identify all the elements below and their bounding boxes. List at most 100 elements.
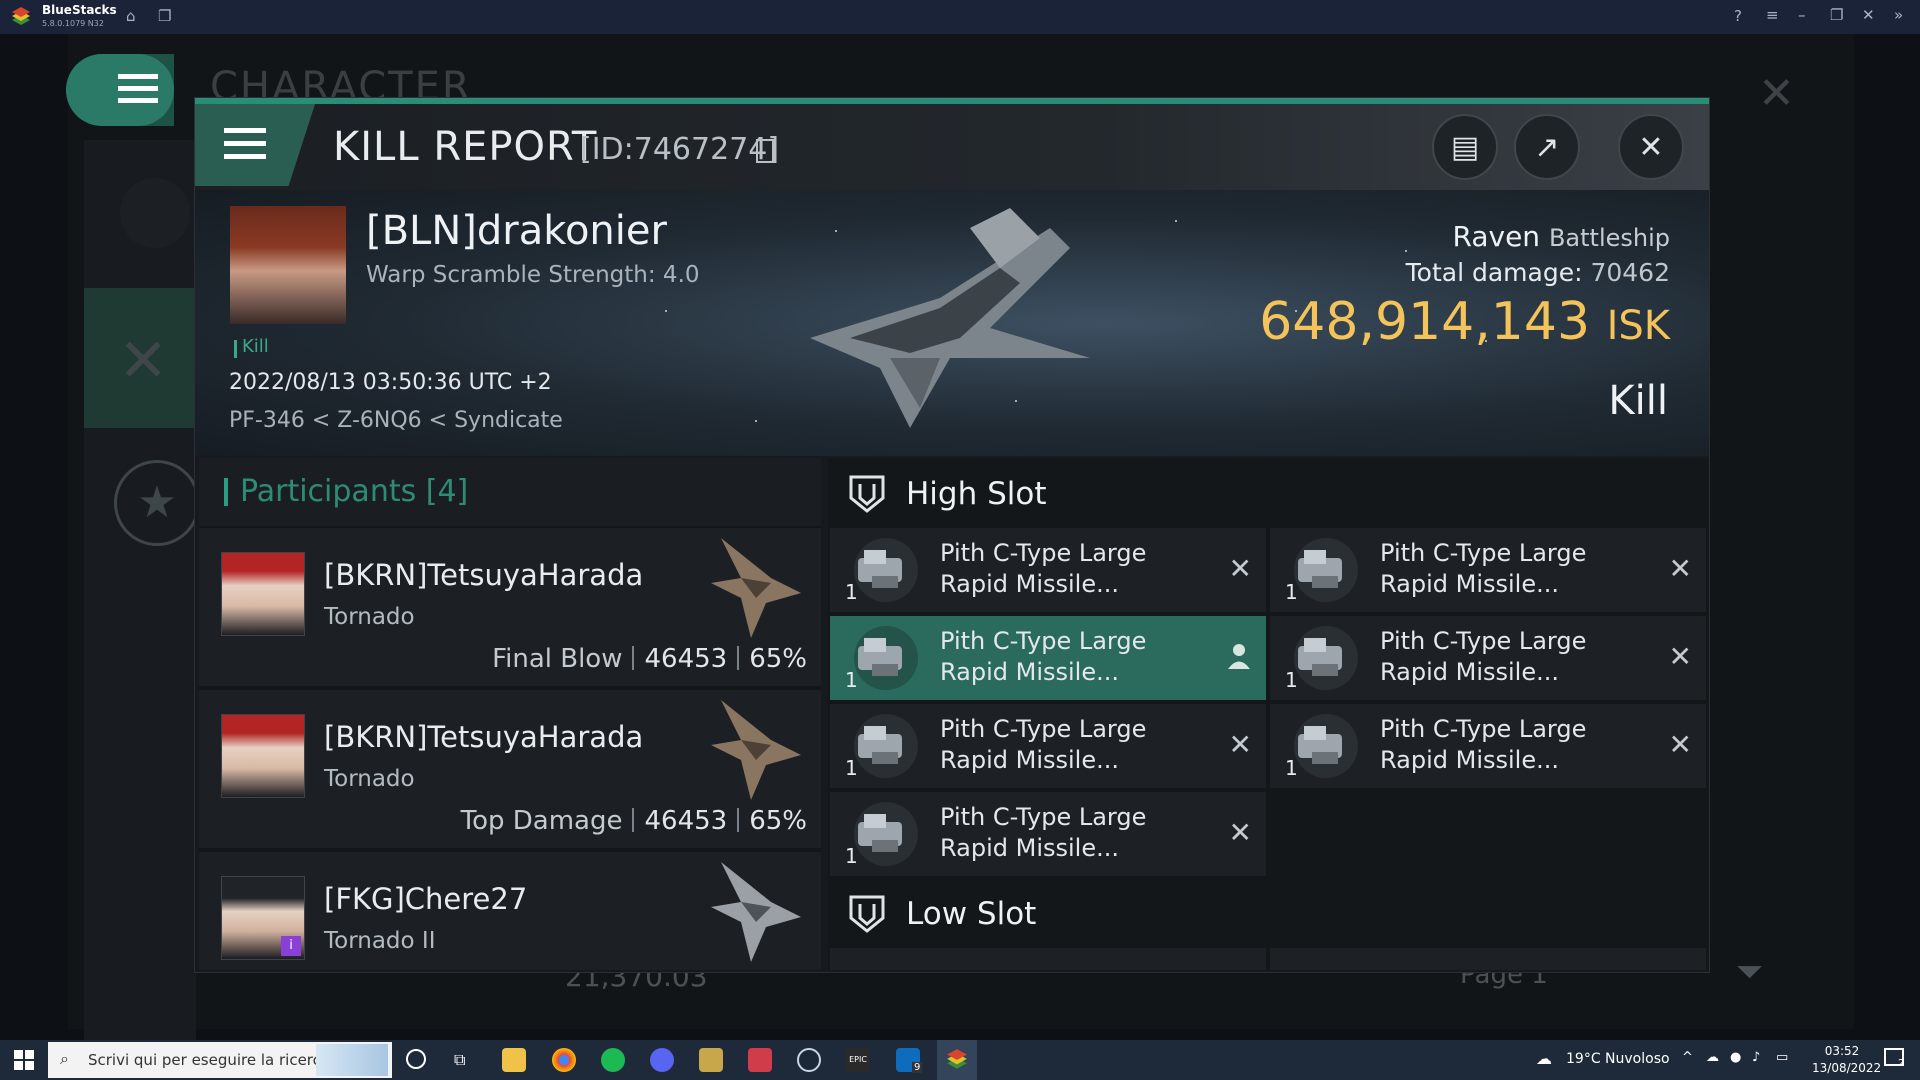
participant-row[interactable]: [BKRN]TetsuyaHarada Tornado Final Blow 46… bbox=[199, 528, 821, 686]
file-explorer-icon[interactable] bbox=[502, 1048, 526, 1072]
star-icon[interactable]: ★ bbox=[114, 460, 200, 546]
participant-name: [FKG]Chere27 bbox=[324, 882, 528, 916]
participants-title: Participants [4] bbox=[240, 474, 469, 509]
microphone-icon[interactable]: ● bbox=[1730, 1050, 1741, 1065]
notifications-count: 2 bbox=[1898, 1058, 1905, 1069]
network-icon[interactable]: ▭ bbox=[1776, 1050, 1788, 1065]
module-quantity: 1 bbox=[1285, 668, 1298, 692]
module-item[interactable]: 1 Pith C-Type Large Rapid Missile... ✕ bbox=[1270, 704, 1706, 788]
onedrive-icon[interactable]: ☁ bbox=[1706, 1050, 1719, 1065]
clock-date: 13/08/2022 bbox=[1812, 1061, 1882, 1075]
multi-instance-icon[interactable]: ❐ bbox=[158, 7, 171, 25]
kill-id: [ID:7467274] bbox=[580, 132, 780, 167]
raven-ship-image bbox=[810, 208, 1090, 428]
module-name: Pith C-Type Large Rapid Missile... bbox=[940, 627, 1147, 686]
participant-row[interactable]: i [FKG]Chere27 Tornado II bbox=[199, 852, 821, 970]
kill-location[interactable]: PF-346 < Z-6NQ6 < Syndicate bbox=[229, 408, 563, 433]
isk-unit: ISK bbox=[1606, 303, 1670, 349]
high-slot-title: High Slot bbox=[906, 476, 1047, 512]
close-window-icon[interactable]: ✕ bbox=[1862, 6, 1875, 24]
dialog-title: KILL REPORT bbox=[333, 124, 598, 170]
kill-datetime: 2022/08/13 03:50:36 UTC +2 bbox=[229, 370, 552, 395]
dropped-user-icon bbox=[1228, 644, 1250, 669]
module-item[interactable]: 1 Pith C-Type Large Rapid Missile... ✕ bbox=[830, 792, 1266, 876]
stat-percent: 65% bbox=[749, 806, 807, 836]
participant-ship: Tornado bbox=[324, 766, 415, 792]
clock[interactable]: 03:52 13/08/2022 bbox=[1812, 1043, 1882, 1077]
app-version: 5.8.0.1079 N32 bbox=[42, 19, 104, 28]
stat-damage: 46453 bbox=[644, 806, 728, 836]
destroyed-icon: ✕ bbox=[1668, 552, 1692, 585]
volume-icon[interactable]: ♪ bbox=[1752, 1050, 1760, 1065]
module-item-partial[interactable] bbox=[1270, 948, 1706, 970]
module-quantity: 1 bbox=[845, 844, 858, 868]
restore-icon[interactable]: ❐ bbox=[1830, 6, 1843, 24]
close-dialog-icon[interactable]: ✕ bbox=[1618, 114, 1684, 180]
share-icon[interactable]: ↗ bbox=[1514, 114, 1580, 180]
home-icon[interactable]: ⌂ bbox=[126, 7, 136, 25]
ship-class: Battleship bbox=[1548, 224, 1670, 252]
tornado-ship-icon bbox=[711, 700, 801, 800]
participant-name: [BKRN]TetsuyaHarada bbox=[324, 720, 644, 754]
character-close-icon[interactable]: ✕ bbox=[1758, 68, 1795, 119]
tray-chevron-icon[interactable]: ^ bbox=[1682, 1050, 1693, 1065]
mail-badge: 9 bbox=[912, 1062, 923, 1073]
collapse-sidebar-icon[interactable]: » bbox=[1894, 6, 1903, 24]
minimize-icon[interactable]: – bbox=[1798, 6, 1806, 24]
module-quantity: 1 bbox=[1285, 756, 1298, 780]
epic-games-icon[interactable]: EPIC bbox=[846, 1048, 870, 1072]
discord-icon[interactable] bbox=[650, 1048, 674, 1072]
module-name: Pith C-Type Large Rapid Missile... bbox=[940, 803, 1147, 862]
total-damage-value: 70462 bbox=[1590, 258, 1670, 287]
bluestacks-taskbar-icon bbox=[947, 1049, 967, 1069]
copy-id-icon[interactable] bbox=[756, 139, 774, 163]
total-damage-label: Total damage: bbox=[1405, 258, 1583, 287]
windows-start-icon[interactable] bbox=[14, 1050, 34, 1070]
isk-value: 648,914,143 ISK bbox=[1180, 292, 1670, 352]
module-quantity: 1 bbox=[845, 756, 858, 780]
destroyed-icon: ✕ bbox=[1228, 728, 1252, 761]
module-item[interactable]: 1 Pith C-Type Large Rapid Missile... ✕ bbox=[830, 528, 1266, 612]
ship-type: Raven Battleship bbox=[1400, 220, 1671, 253]
participant-stats: Final Blow 46453 65% bbox=[492, 644, 807, 674]
module-item-partial[interactable] bbox=[830, 948, 1266, 970]
participant-ship: Tornado bbox=[324, 604, 415, 630]
destroyed-icon: ✕ bbox=[1668, 728, 1692, 761]
participant-row[interactable]: [BKRN]TetsuyaHarada Tornado Top Damage 46… bbox=[199, 690, 821, 848]
game-launcher-icon[interactable] bbox=[699, 1048, 723, 1072]
info-badge-icon: i bbox=[281, 936, 301, 956]
task-view-icon[interactable]: ⧉ bbox=[454, 1050, 465, 1070]
character-side-panel bbox=[84, 140, 196, 1060]
module-item-selected[interactable]: 1 Pith C-Type Large Rapid Missile... bbox=[830, 616, 1266, 700]
victim-portrait[interactable] bbox=[230, 206, 346, 324]
tornado-ship-icon bbox=[711, 538, 801, 638]
kill-result: Kill bbox=[1608, 378, 1668, 424]
clock-time: 03:52 bbox=[1824, 1044, 1860, 1058]
weather-text[interactable]: 19°C Nuvoloso bbox=[1566, 1051, 1670, 1067]
victim-name[interactable]: [BLN]drakonier bbox=[366, 208, 667, 254]
module-item[interactable]: 1 Pith C-Type Large Rapid Missile... ✕ bbox=[1270, 616, 1706, 700]
module-item[interactable]: 1 Pith C-Type Large Rapid Missile... ✕ bbox=[1270, 528, 1706, 612]
bluestacks-logo-icon bbox=[12, 7, 30, 25]
side-menu-icon[interactable] bbox=[120, 178, 190, 248]
steam-icon[interactable] bbox=[797, 1048, 821, 1072]
search-highlight-image bbox=[316, 1044, 388, 1076]
module-quantity: 1 bbox=[1285, 580, 1298, 604]
module-quantity: 1 bbox=[845, 668, 858, 692]
clipboard-icon[interactable]: ▤ bbox=[1432, 114, 1498, 180]
cortana-icon[interactable] bbox=[406, 1049, 426, 1069]
stat-percent: 65% bbox=[749, 644, 807, 674]
participant-name: [BKRN]TetsuyaHarada bbox=[324, 558, 644, 592]
module-name: Pith C-Type Large Rapid Missile... bbox=[940, 539, 1147, 598]
crossed-swords-icon[interactable]: ✕ bbox=[118, 326, 168, 396]
module-item[interactable]: 1 Pith C-Type Large Rapid Missile... ✕ bbox=[830, 704, 1266, 788]
help-icon[interactable]: ? bbox=[1734, 7, 1742, 25]
filter-icon[interactable]: ⏷ bbox=[1736, 952, 1763, 992]
module-quantity: 1 bbox=[845, 580, 858, 604]
menu-icon[interactable]: ≡ bbox=[1766, 6, 1779, 24]
participant-stats: Top Damage 46453 65% bbox=[461, 806, 807, 836]
spotify-icon[interactable] bbox=[601, 1048, 625, 1072]
participant-avatar bbox=[221, 714, 305, 798]
valorant-icon[interactable] bbox=[748, 1048, 772, 1072]
chrome-icon[interactable] bbox=[552, 1048, 576, 1072]
